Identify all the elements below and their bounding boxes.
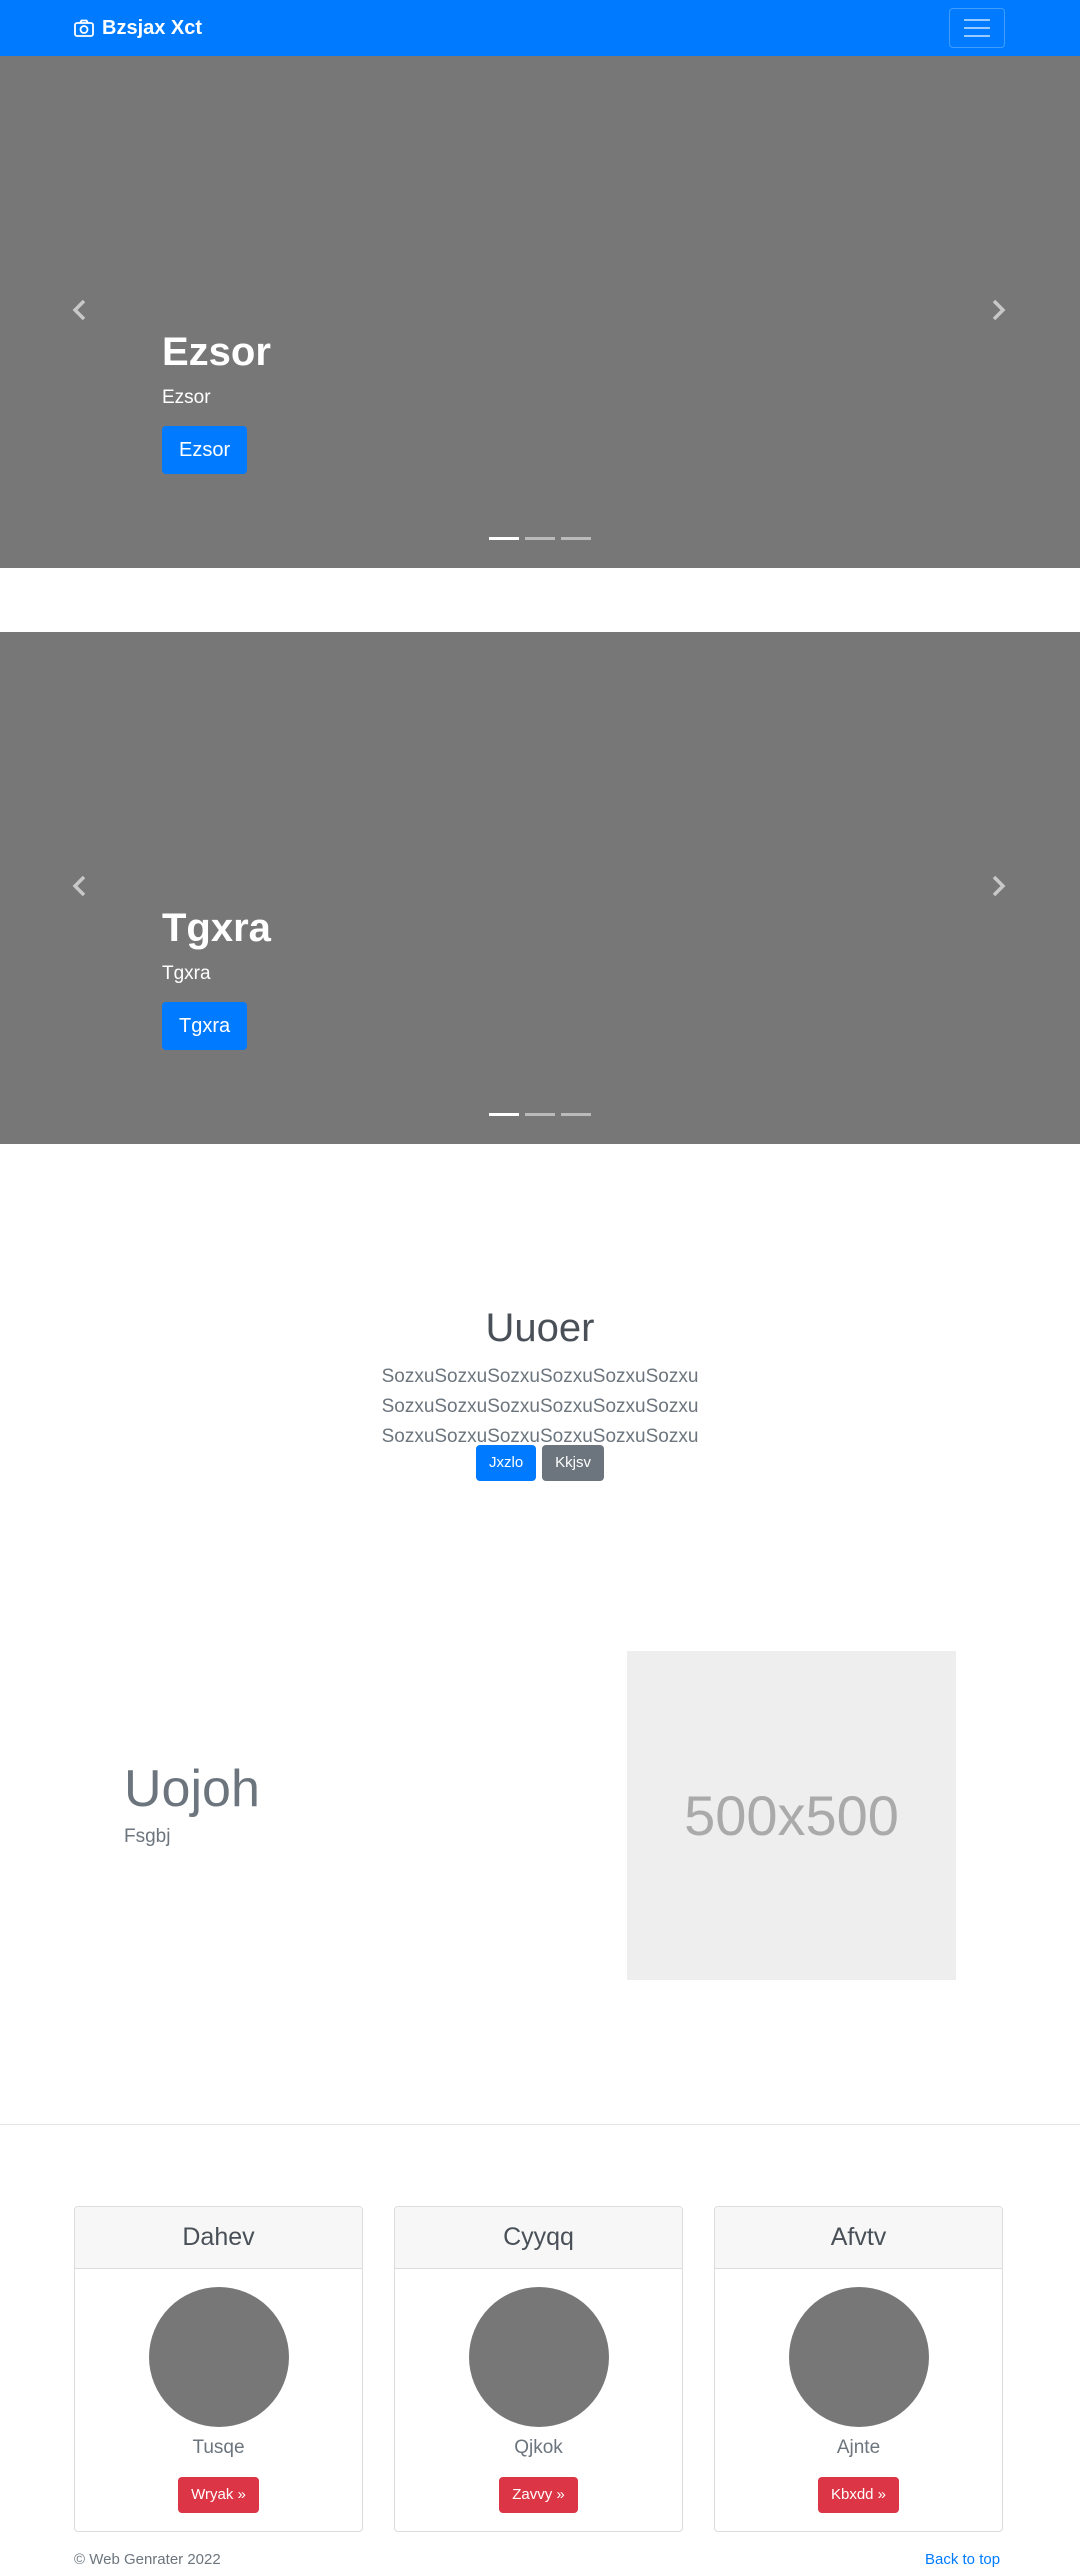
carousel-prev-button[interactable] [60, 290, 100, 330]
hero-carousel-1: Ezsor Ezsor Ezsor [0, 56, 1080, 568]
navbar-brand[interactable]: Bzsjax Xct [74, 14, 202, 42]
camera-icon [74, 19, 94, 37]
carousel-indicator[interactable] [561, 1113, 591, 1116]
back-to-top-link[interactable]: Back to top [925, 2550, 1000, 2570]
avatar [149, 2287, 289, 2427]
jumbotron-heading: Uuoer [485, 1306, 595, 1350]
profile-card: Dahev Tusqe Wryak » [74, 2206, 363, 2532]
carousel-indicator[interactable] [525, 1113, 555, 1116]
feature-subtext: Fsgbj [124, 1826, 171, 1847]
carousel-indicator[interactable] [489, 1113, 519, 1116]
placeholder-image: 500x500 [627, 1651, 956, 1980]
carousel-text: Ezsor [162, 387, 211, 408]
card-button[interactable]: Wryak » [178, 2477, 259, 2513]
secondary-button[interactable]: Kkjsv [542, 1445, 605, 1481]
chevron-right-icon [992, 299, 1006, 321]
brand-label: Bzsjax Xct [102, 16, 203, 39]
chevron-left-icon [72, 299, 86, 321]
jumbotron-section: Uuoer SozxuSozxuSozxuSozxuSozxuSozxu Soz… [0, 1144, 1080, 1564]
carousel-indicator[interactable] [489, 537, 519, 540]
carousel-cta-button[interactable]: Ezsor [162, 426, 248, 474]
card-header: Dahev [75, 2207, 362, 2269]
carousel-next-button[interactable] [978, 866, 1018, 906]
carousel-title: Tgxra [162, 906, 271, 950]
carousel-caption: Ezsor Ezsor Ezsor [162, 328, 271, 474]
carousel-indicators [489, 537, 591, 540]
card-name: Tusqe [192, 2437, 245, 2458]
carousel-indicators [489, 1113, 591, 1116]
carousel-indicator[interactable] [525, 537, 555, 540]
jumbotron-buttons: Jxzlo Kkjsv [0, 1445, 1080, 1481]
hero-carousel-2: Tgxra Tgxra Tgxra [0, 632, 1080, 1144]
avatar [469, 2287, 609, 2427]
card-button[interactable]: Zavvy » [499, 2477, 578, 2513]
carousel-next-button[interactable] [978, 290, 1018, 330]
hamburger-icon [964, 19, 990, 37]
card-header: Afvtv [715, 2207, 1002, 2269]
chevron-left-icon [72, 875, 86, 897]
chevron-right-icon [992, 875, 1006, 897]
profile-card: Afvtv Ajnte Kbxdd » [714, 2206, 1003, 2532]
carousel-prev-button[interactable] [60, 866, 100, 906]
carousel-title: Ezsor [162, 330, 271, 374]
card-header: Cyyqq [395, 2207, 682, 2269]
primary-button[interactable]: Jxzlo [475, 1445, 537, 1481]
carousel-indicator[interactable] [561, 537, 591, 540]
card-name: Ajnte [836, 2437, 881, 2458]
carousel-text: Tgxra [162, 963, 211, 984]
avatar [789, 2287, 929, 2427]
navbar-toggler-button[interactable] [949, 8, 1005, 48]
section-divider [0, 2124, 1080, 2125]
carousel-caption: Tgxra Tgxra Tgxra [162, 904, 271, 1050]
carousel-cta-button[interactable]: Tgxra [162, 1002, 248, 1050]
navbar: Bzsjax Xct [0, 0, 1080, 56]
card-name: Qjkok [514, 2437, 563, 2458]
placeholder-image-label: 500x500 [684, 1784, 899, 1847]
profile-card: Cyyqq Qjkok Zavvy » [394, 2206, 683, 2532]
card-button[interactable]: Kbxdd » [817, 2477, 900, 2513]
jumbotron-lead: SozxuSozxuSozxuSozxuSozxuSozxu SozxuSozx… [381, 1366, 699, 1447]
footer-copyright: © Web Genrater 2022 [74, 2551, 221, 2568]
feature-heading: Uojoh [124, 1760, 260, 1818]
